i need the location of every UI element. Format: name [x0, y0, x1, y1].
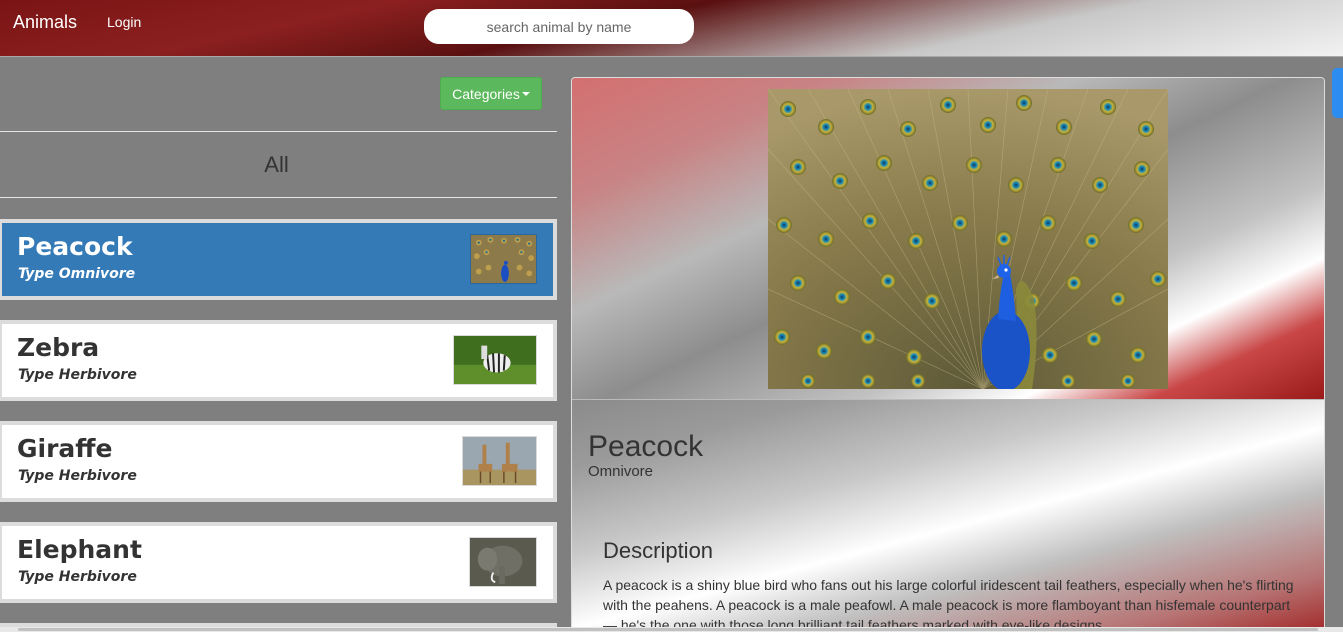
horizontal-scrollbar-thumb[interactable] — [18, 628, 1318, 631]
caret-down-icon — [521, 91, 530, 96]
peacock-hero-image — [768, 89, 1168, 389]
detail-animal-type: Omnivore — [588, 463, 654, 480]
animal-type: Type Herbivore — [18, 468, 137, 484]
divider — [0, 131, 557, 132]
animal-name: Peacock — [17, 232, 133, 261]
animal-type: Type Herbivore — [18, 569, 137, 585]
categories-dropdown-button[interactable]: Categories — [440, 77, 542, 110]
animal-card-peacock[interactable]: Peacock Type Omnivore — [0, 219, 557, 300]
navbar: Animals Login — [0, 0, 1343, 57]
vertical-scrollbar-track[interactable] — [1331, 67, 1343, 632]
zebra-thumbnail — [453, 335, 537, 385]
vertical-scrollbar-thumb[interactable] — [1332, 68, 1343, 118]
category-heading: All — [264, 152, 289, 177]
detail-animal-name: Peacock — [588, 430, 704, 463]
animal-card-giraffe[interactable]: Giraffe Type Herbivore — [0, 421, 557, 502]
elephant-thumbnail — [469, 537, 537, 587]
brand-link[interactable]: Animals — [13, 12, 77, 33]
description-text: A peacock is a shiny blue bird who fans … — [603, 577, 1294, 632]
detail-info-area: Peacock Omnivore Description A peacock i… — [572, 400, 1324, 632]
animal-type: Type Herbivore — [18, 367, 137, 383]
detail-panel: Peacock Omnivore Description A peacock i… — [571, 77, 1325, 632]
animal-name: Zebra — [17, 333, 100, 362]
detail-image-area — [572, 78, 1324, 400]
giraffe-thumbnail — [462, 436, 537, 486]
animal-card-zebra[interactable]: Zebra Type Herbivore — [0, 320, 557, 401]
animal-type: Type Omnivore — [18, 266, 136, 282]
login-link[interactable]: Login — [107, 14, 141, 30]
categories-label: Categories — [452, 85, 520, 102]
divider — [0, 197, 557, 198]
animal-card-elephant[interactable]: Elephant Type Herbivore — [0, 522, 557, 603]
search-input[interactable] — [424, 9, 694, 44]
animal-name: Giraffe — [17, 434, 113, 463]
peacock-thumbnail — [470, 234, 537, 284]
animal-name: Elephant — [17, 535, 142, 564]
description-heading: Description — [603, 538, 714, 563]
